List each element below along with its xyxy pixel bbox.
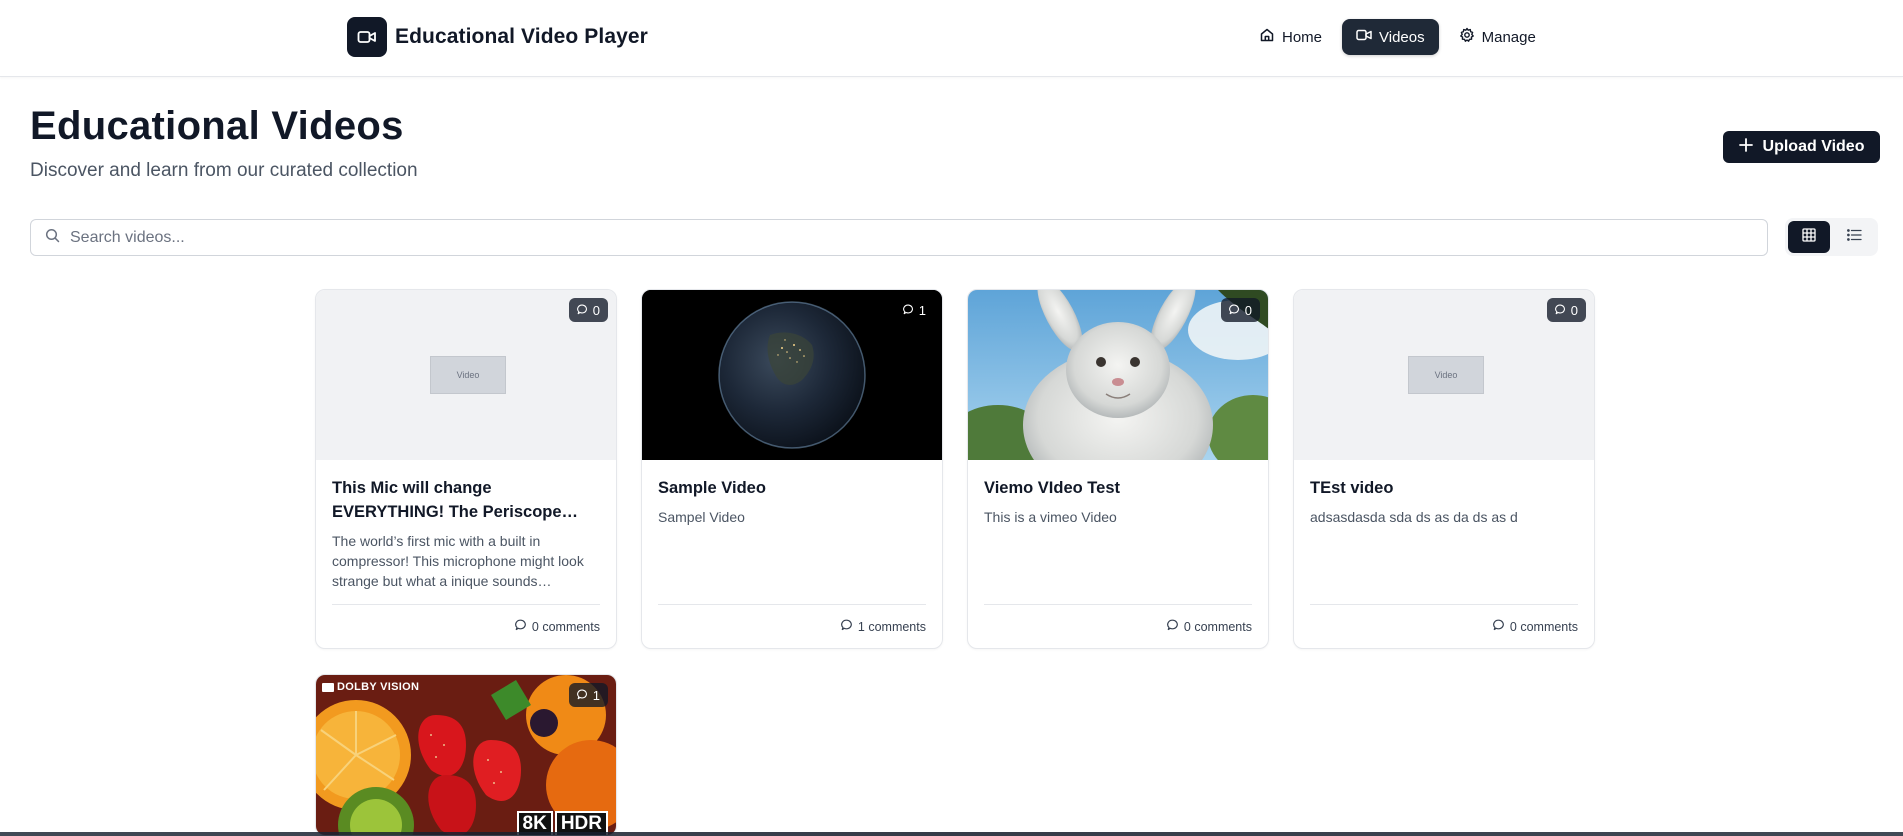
grid-view-icon (1802, 227, 1816, 247)
video-thumbnail[interactable]: DOLBY VISION 1 8K HDR (316, 675, 616, 835)
video-placeholder: Video (1408, 356, 1484, 394)
comment-icon (1493, 619, 1505, 634)
nav-home[interactable]: Home (1245, 19, 1336, 55)
comments-label: 0 comments (531, 619, 600, 634)
comments-label: 0 comments (1183, 619, 1252, 634)
nav-home-label: Home (1282, 28, 1323, 46)
main-nav: Home Videos Manage (1245, 19, 1550, 55)
view-toggle (1785, 218, 1878, 256)
placeholder-label: Video (456, 370, 480, 380)
comment-count-badge: 1 (568, 683, 608, 707)
comment-count-badge: 1 (895, 298, 934, 322)
dolby-vision-logo: DOLBY VISION (322, 681, 419, 693)
comments-label: 1 comments (857, 619, 926, 634)
comment-icon (1228, 303, 1240, 318)
comment-count: 0 (1570, 302, 1578, 318)
search-input[interactable] (70, 220, 1767, 255)
brand[interactable]: Educational Video Player (347, 17, 648, 57)
video-card[interactable]: Video 0 This Mic will change EVERYTHING!… (315, 289, 617, 649)
card-body: This Mic will change EVERYTHING! The Per… (316, 460, 616, 648)
comment-count-badge: 0 (1546, 298, 1586, 322)
video-description: Sampel Video (658, 509, 745, 525)
page-title: Educational Videos (30, 104, 404, 148)
comments-label: 0 comments (1509, 619, 1578, 634)
comment-count: 1 (918, 302, 926, 318)
upload-video-label: Upload Video (1762, 138, 1865, 155)
list-view-button[interactable] (1834, 221, 1876, 253)
comment-count: 1 (592, 687, 600, 703)
card-footer: 1 comments (658, 604, 926, 648)
placeholder-label: Video (1434, 370, 1458, 380)
plus-icon (1738, 137, 1753, 157)
video-description: This is a vimeo Video (984, 509, 1117, 525)
video-title[interactable]: This Mic will change EVERYTHING! The Per… (332, 476, 600, 524)
video-title[interactable]: Sample Video (658, 476, 926, 500)
card-footer: 0 comments (1310, 604, 1578, 648)
video-thumbnail[interactable]: Video 0 (1294, 290, 1594, 460)
card-footer: 0 comments (984, 604, 1252, 648)
comment-icon (576, 688, 588, 703)
video-card[interactable]: DOLBY VISION 1 8K HDR (315, 674, 617, 836)
comment-count: 0 (1244, 302, 1252, 318)
comment-icon (1167, 619, 1179, 634)
comment-count-badge: 0 (568, 298, 608, 322)
video-icon (1356, 28, 1372, 46)
top-navbar: Educational Video Player Home Videos Man… (0, 0, 1903, 77)
nav-manage-label: Manage (1481, 28, 1536, 46)
grid-view-button[interactable] (1788, 221, 1830, 253)
comment-icon (1554, 303, 1566, 318)
video-card[interactable]: 0 Viemo VIdeo Test This is a vimeo Video… (967, 289, 1269, 649)
list-view-icon (1846, 228, 1862, 246)
app-title: Educational Video Player (395, 25, 648, 48)
video-title[interactable]: Viemo VIdeo Test (984, 476, 1252, 500)
card-footer: 0 comments (332, 604, 600, 648)
card-body: TEst video adsasdasda sda ds as da ds as… (1294, 460, 1594, 648)
video-card[interactable]: Video 0 TEst video adsasdasda sda ds as … (1293, 289, 1595, 649)
gear-icon (1459, 27, 1475, 47)
nav-videos-label: Videos (1379, 28, 1425, 46)
video-card[interactable]: 1 Sample Video Sampel Video 1 comments (641, 289, 943, 649)
bottom-edge (0, 832, 1903, 836)
card-body: Sample Video Sampel Video 1 comments (642, 460, 942, 648)
comment-icon (515, 619, 527, 634)
upload-video-button[interactable]: Upload Video (1723, 131, 1880, 163)
video-camera-logo-icon (347, 17, 387, 57)
video-description: adsasdasda sda ds as da ds as d (1310, 509, 1518, 525)
dolby-vision-text: DOLBY VISION (337, 681, 420, 693)
video-title[interactable]: TEst video (1310, 476, 1578, 500)
search-bar (30, 219, 1768, 256)
comment-icon (841, 619, 853, 634)
search-icon (45, 228, 60, 248)
video-thumbnail[interactable]: Video 0 (316, 290, 616, 460)
video-thumbnail[interactable]: 0 (968, 290, 1268, 460)
page-subtitle: Discover and learn from our curated coll… (30, 160, 418, 181)
video-placeholder: Video (430, 356, 506, 394)
video-thumbnail[interactable]: 1 (642, 290, 942, 460)
comment-count-badge: 0 (1220, 298, 1260, 322)
card-body: Viemo VIdeo Test This is a vimeo Video 0… (968, 460, 1268, 648)
nav-videos[interactable]: Videos (1342, 19, 1439, 55)
comment-icon (576, 303, 588, 318)
comment-count: 0 (592, 302, 600, 318)
nav-manage[interactable]: Manage (1445, 19, 1550, 55)
video-description: The world’s first mic with a built in co… (332, 533, 584, 589)
home-icon (1259, 27, 1275, 47)
comment-icon (902, 303, 914, 318)
